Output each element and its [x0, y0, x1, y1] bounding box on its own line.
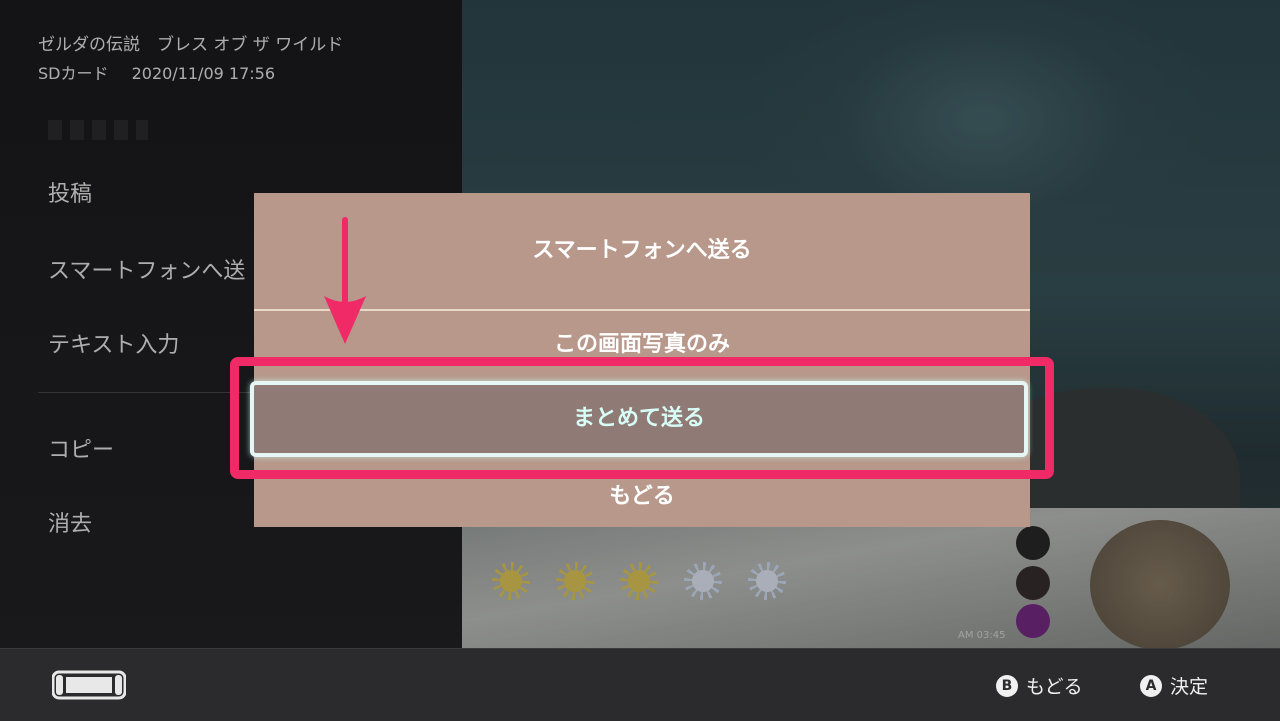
confirm-hint[interactable]: A 決定 [1140, 672, 1208, 699]
confirm-hint-label: 決定 [1170, 676, 1209, 698]
dialog-divider [254, 309, 1030, 311]
option-back[interactable]: もどる [254, 478, 1030, 510]
back-hint-label: もどる [1026, 676, 1083, 698]
dialog-title: スマートフォンへ送る [532, 238, 752, 263]
switch-console-icon [52, 670, 126, 700]
annotation-arrow-icon [324, 217, 366, 344]
option-this-screenshot-only[interactable]: この画面写真のみ [254, 326, 1030, 358]
b-button-icon: B [996, 674, 1018, 697]
back-hint[interactable]: B もどる [996, 672, 1083, 699]
bottom-bar [0, 648, 1280, 721]
annotation-highlight-box [230, 357, 1054, 479]
a-button-icon: A [1140, 674, 1162, 697]
